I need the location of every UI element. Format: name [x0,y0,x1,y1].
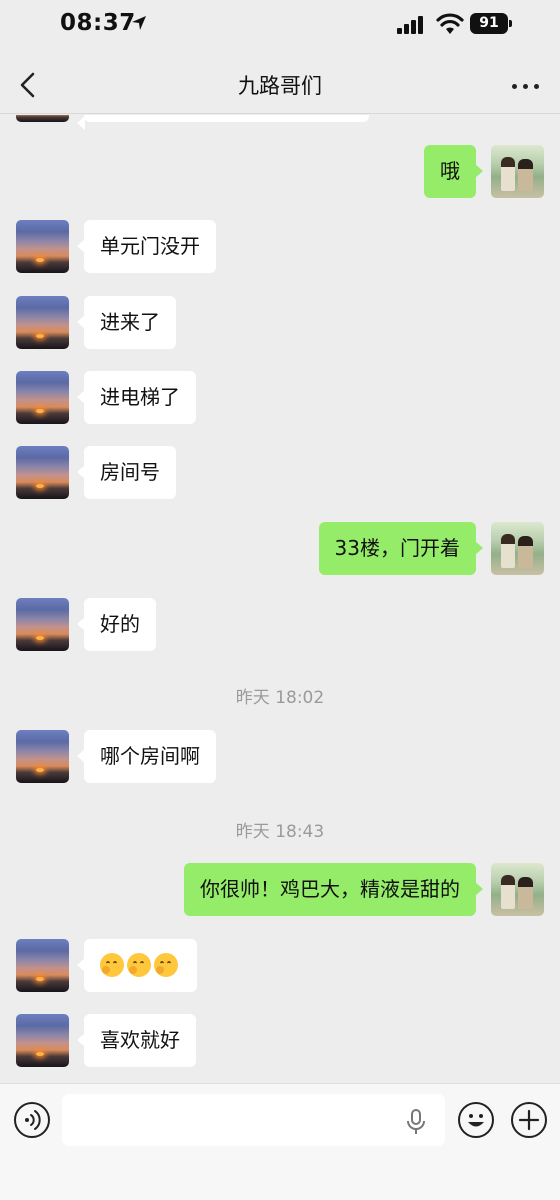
chat-header: 九路哥们 [0,56,560,114]
avatar[interactable] [16,598,69,651]
message-bubble-incoming[interactable]: 房间号 [77,446,176,499]
avatar[interactable] [16,939,69,992]
avatar[interactable] [16,115,69,122]
chat-title: 九路哥们 [238,74,322,98]
avatar[interactable] [16,220,69,273]
message-bubble-incoming[interactable]: 进电梯了 [77,371,196,424]
avatar[interactable] [16,730,69,783]
avatar[interactable] [491,863,544,916]
avatar[interactable] [491,145,544,198]
thinking-face-icon [100,952,124,977]
timestamp-divider: 昨天 18:02 [235,688,325,708]
message-bubble-outgoing[interactable]: 哦 [424,145,483,198]
message-bubble-incoming[interactable]: 单元门没开 [77,220,216,273]
avatar[interactable] [16,371,69,424]
message-list[interactable]: 哦 单元门没开 进来了 进电梯了 房间号 33楼，门开着 好的 昨天 18:02… [0,115,560,1083]
avatar[interactable] [16,446,69,499]
timestamp-divider: 昨天 18:43 [235,822,325,842]
cellular-signal-icon [397,16,427,34]
wifi-icon [436,13,464,34]
plus-icon[interactable] [511,1102,547,1138]
battery-tip [509,20,512,27]
message-bubble-incoming[interactable] [77,939,197,992]
message-bubble-incoming[interactable]: 进来了 [77,296,176,349]
mic-icon[interactable] [405,1108,427,1136]
message-bubble-incoming[interactable]: 喜欢就好 [77,1014,196,1067]
message-bubble-outgoing[interactable]: 33楼，门开着 [318,522,484,575]
avatar[interactable] [16,296,69,349]
emoji-icon[interactable] [458,1102,494,1138]
avatar[interactable] [491,522,544,575]
status-time: 08:37 [60,10,136,36]
message-input[interactable] [62,1094,445,1146]
more-dots-icon[interactable] [510,74,542,98]
input-bar [0,1083,560,1200]
status-bar: 08:37 91 [0,0,560,50]
message-bubble-cutoff [77,115,369,130]
thinking-face-icon [154,952,178,977]
avatar[interactable] [16,1014,69,1067]
message-bubble-incoming[interactable]: 好的 [77,598,156,651]
message-bubble-outgoing[interactable]: 你很帅！鸡巴大，精液是甜的 [184,863,483,916]
location-arrow-icon [132,16,146,30]
battery-indicator: 91 [470,13,508,34]
thinking-face-icon [127,952,151,977]
message-bubble-incoming[interactable]: 哪个房间啊 [77,730,216,783]
voice-icon[interactable] [14,1102,50,1138]
